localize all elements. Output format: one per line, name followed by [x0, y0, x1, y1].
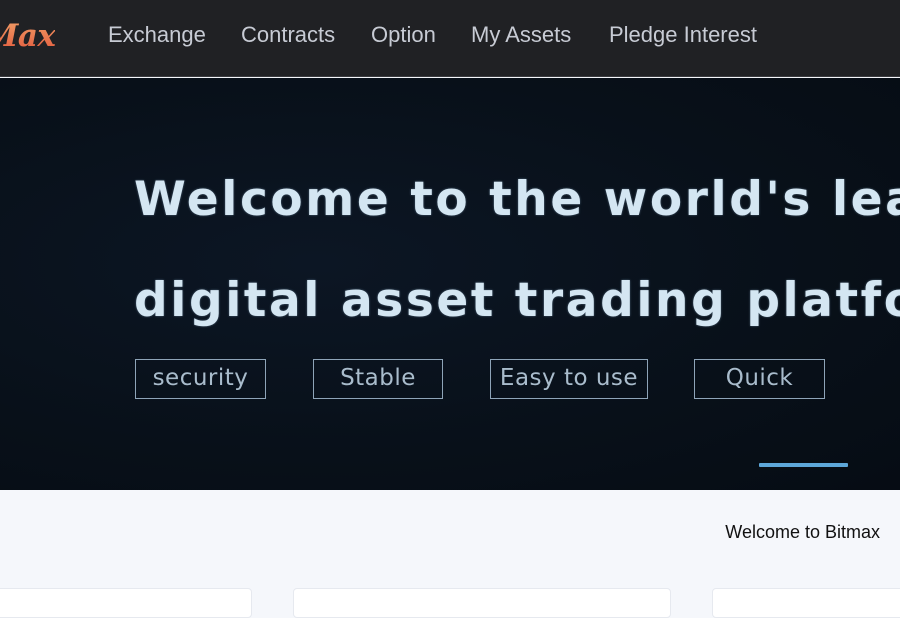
feature-tag-stable: Stable — [313, 359, 443, 399]
nav-item-exchange[interactable]: Exchange — [108, 22, 206, 48]
brand-logo[interactable]: Max — [0, 16, 56, 56]
nav-item-contracts[interactable]: Contracts — [241, 22, 335, 48]
nav-item-pledge-interest[interactable]: Pledge Interest — [609, 22, 757, 48]
welcome-strip: Welcome to Bitmax — [0, 490, 900, 572]
hero-banner: Welcome to the world's leac digital asse… — [0, 78, 900, 490]
nav-item-option[interactable]: Option — [371, 22, 436, 48]
info-card[interactable] — [293, 588, 671, 618]
feature-tag-security: security — [135, 359, 266, 399]
welcome-message: Welcome to Bitmax — [725, 522, 880, 542]
top-navigation-bar: Max Exchange Contracts Option My Assets … — [0, 0, 900, 77]
feature-tag-easy-to-use: Easy to use — [490, 359, 648, 399]
hero-headline-line-2: digital asset trading platfor — [134, 273, 900, 328]
feature-tag-quick: Quick — [694, 359, 825, 399]
carousel-slide-indicator[interactable] — [759, 463, 848, 467]
hero-headline-line-1: Welcome to the world's leac — [134, 172, 900, 227]
info-card[interactable] — [712, 588, 900, 618]
info-card[interactable] — [0, 588, 252, 618]
nav-item-my-assets[interactable]: My Assets — [471, 22, 571, 48]
